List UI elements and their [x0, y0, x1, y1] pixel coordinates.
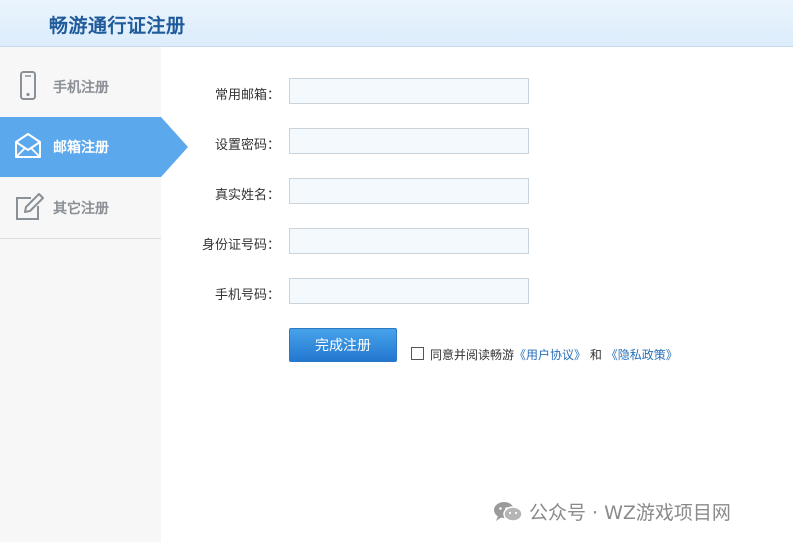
phone-field[interactable] [289, 278, 529, 304]
agreement-line: 同意并阅读畅游《用户协议》 和 《隐私政策》 [411, 346, 678, 363]
watermark: 公众号 · WZ游戏项目网 [493, 498, 731, 525]
realname-label: 真实姓名： [214, 188, 280, 203]
sidebar-item-label: 邮箱注册 [53, 140, 109, 156]
idcard-field[interactable] [289, 228, 529, 254]
sidebar-item-other-register[interactable]: 其它注册 [0, 178, 161, 239]
edit-icon [14, 192, 44, 222]
phone-label: 手机号码： [214, 288, 280, 303]
sidebar-item-label: 其它注册 [53, 201, 109, 217]
privacy-policy-link[interactable]: 《隐私政策》 [606, 348, 678, 362]
envelope-icon [14, 131, 42, 161]
sidebar-item-phone-register[interactable]: 手机注册 [0, 57, 161, 118]
realname-field[interactable] [289, 178, 529, 204]
header-bar: 畅游通行证注册 [0, 0, 793, 47]
agree-checkbox[interactable] [411, 347, 424, 360]
password-field[interactable] [289, 128, 529, 154]
email-label: 常用邮箱： [214, 88, 280, 103]
user-agreement-link[interactable]: 《用户协议》 [514, 348, 586, 362]
complete-registration-button[interactable]: 完成注册 [289, 328, 397, 362]
wechat-icon [493, 501, 523, 523]
page-title: 畅游通行证注册 [49, 15, 186, 37]
watermark-text: 公众号 · WZ游戏项目网 [529, 502, 731, 524]
idcard-label: 身份证号码： [201, 238, 280, 253]
phone-icon [14, 71, 42, 101]
sidebar-item-label: 手机注册 [53, 80, 109, 96]
agree-and-text: 和 [589, 348, 602, 362]
sidebar-item-email-register[interactable]: 邮箱注册 [0, 117, 188, 177]
email-field[interactable] [289, 78, 529, 104]
sidebar: 手机注册 邮箱注册 其它注册 [0, 47, 188, 542]
agree-text: 同意并阅读畅游 [430, 348, 515, 362]
password-label: 设置密码： [214, 138, 280, 153]
